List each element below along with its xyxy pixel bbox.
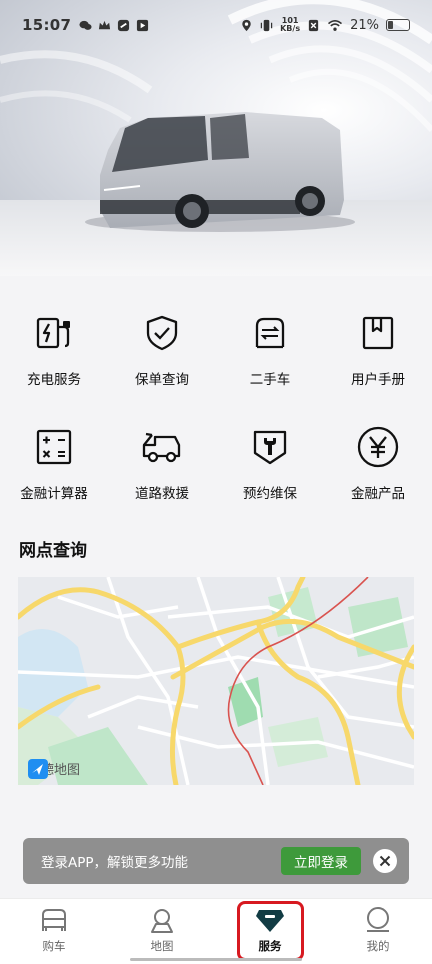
service-grid: 充电服务 保单查询 二手车 用户手册 金融计算器 道路救援 预约维保 金融产品 xyxy=(0,310,432,502)
play-store-icon xyxy=(137,19,149,31)
service-road-rescue[interactable]: 道路救援 xyxy=(108,424,216,502)
service-used-car[interactable]: 二手车 xyxy=(216,310,324,388)
nav-label: 服务 xyxy=(258,939,282,953)
book-icon xyxy=(355,310,401,356)
car-front-icon xyxy=(42,909,66,931)
amap-logo: 高德地图 xyxy=(28,759,80,779)
service-label: 充电服务 xyxy=(27,372,81,388)
battery-icon xyxy=(386,19,410,31)
nav-label: 地图 xyxy=(150,939,174,953)
section-title-outlet-query: 网点查询 xyxy=(19,541,87,561)
tow-truck-icon xyxy=(139,424,185,470)
wrench-shield-icon xyxy=(247,424,293,470)
map-pin-icon xyxy=(151,909,173,933)
map-canvas xyxy=(18,577,414,785)
shield-check-icon xyxy=(139,310,185,356)
outlet-map[interactable]: 高德地图 xyxy=(18,577,414,785)
crown-icon xyxy=(99,20,111,29)
home-indicator[interactable] xyxy=(130,958,302,961)
charging-station-icon xyxy=(31,310,77,356)
service-user-manual[interactable]: 用户手册 xyxy=(324,310,432,388)
nav-tab-map[interactable]: 地图 xyxy=(108,899,216,964)
service-policy-query[interactable]: 保单查询 xyxy=(108,310,216,388)
service-label: 金融计算器 xyxy=(20,486,88,502)
nav-label: 购车 xyxy=(42,939,66,953)
app-icon xyxy=(118,19,130,31)
bottom-navigation: 购车 地图 服务 我的 xyxy=(0,898,432,964)
nav-label: 我的 xyxy=(366,939,390,953)
service-finance-products[interactable]: 金融产品 xyxy=(324,424,432,502)
service-label: 预约维保 xyxy=(243,486,297,502)
status-time: 15:07 xyxy=(22,16,72,34)
close-icon[interactable] xyxy=(373,849,397,873)
amap-logo-icon xyxy=(28,759,48,779)
service-label: 用户手册 xyxy=(351,372,405,388)
nav-tab-service[interactable]: 服务 xyxy=(216,899,324,964)
service-label: 保单查询 xyxy=(135,372,189,388)
wifi-icon xyxy=(328,19,343,31)
no-sim-icon xyxy=(308,19,319,31)
login-now-button[interactable]: 立即登录 xyxy=(281,847,361,875)
service-label: 金融产品 xyxy=(351,486,405,502)
network-speed: 101 KB/s xyxy=(280,16,301,33)
login-prompt-banner: 登录APP，解锁更多功能 立即登录 xyxy=(23,838,409,884)
profile-icon xyxy=(367,907,389,932)
service-label: 二手车 xyxy=(249,372,291,388)
nav-tab-buy-car[interactable]: 购车 xyxy=(0,899,108,964)
nav-tab-profile[interactable]: 我的 xyxy=(324,899,432,964)
service-label: 道路救援 xyxy=(135,486,189,502)
service-finance-calculator[interactable]: 金融计算器 xyxy=(0,424,108,502)
login-prompt-text: 登录APP，解锁更多功能 xyxy=(41,855,189,871)
service-maintenance-booking[interactable]: 预约维保 xyxy=(216,424,324,502)
battery-percent: 21% xyxy=(350,17,379,33)
vibrate-icon xyxy=(260,19,273,31)
service-charging[interactable]: 充电服务 xyxy=(0,310,108,388)
exchange-car-icon xyxy=(247,310,293,356)
wechat-icon xyxy=(79,20,92,30)
location-icon xyxy=(242,19,251,31)
status-bar: 15:07 101 KB/s 21% xyxy=(0,0,432,50)
yen-icon xyxy=(355,424,401,470)
service-diamond-icon xyxy=(256,910,284,932)
calculator-icon xyxy=(31,424,77,470)
